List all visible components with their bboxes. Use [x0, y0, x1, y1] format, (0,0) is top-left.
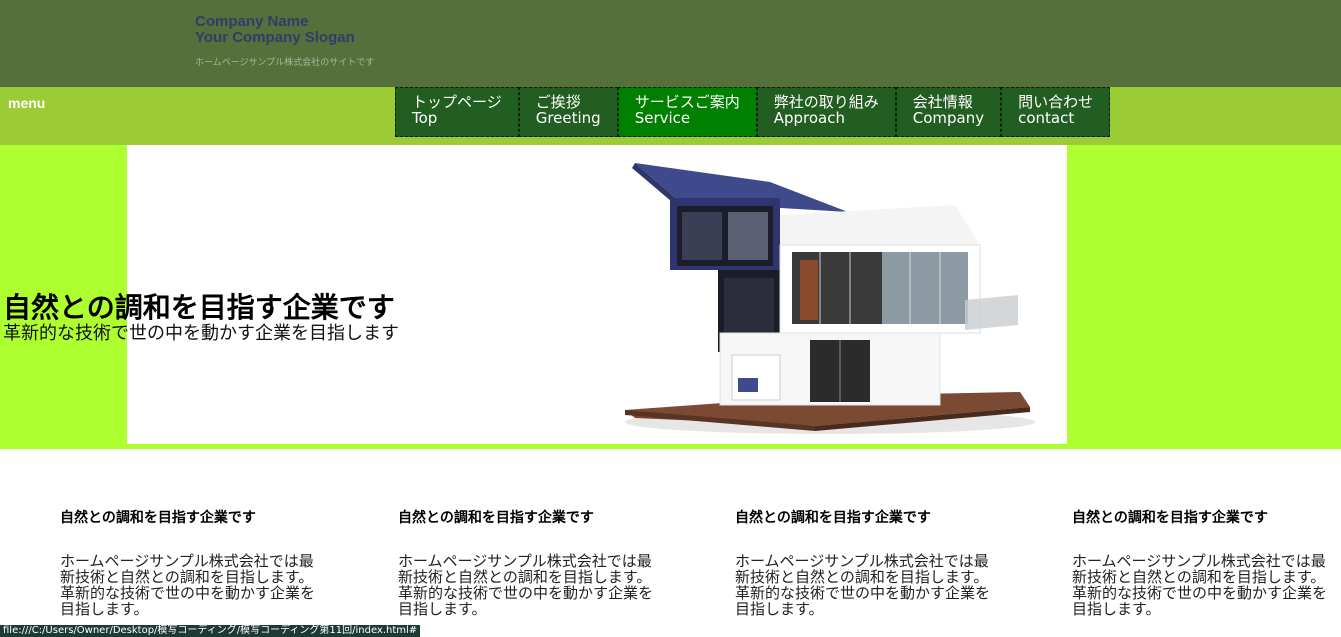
modern-house-image [625, 163, 1035, 434]
feature-text: ホームページサンプル株式会社では最新技術と自然との調和を目指します。革新的な技術… [398, 552, 654, 618]
hero-title: 自然との調和を目指す企業です [3, 291, 395, 324]
nav-item-top[interactable]: トップページ Top [395, 87, 519, 137]
company-name[interactable]: Company Name [195, 14, 308, 30]
main-nav: トップページ Top ご挨拶 Greeting サービスご案内 Service … [395, 87, 1111, 137]
feature-text: ホームページサンプル株式会社では最新技術と自然との調和を目指します。革新的な技術… [60, 552, 316, 618]
hero-subtitle: 革新的な技術で世の中を動かす企業を目指します [3, 323, 399, 344]
nav-item-greeting[interactable]: ご挨拶 Greeting [518, 87, 618, 137]
feature-title: 自然との調和を目指す企業です [735, 510, 931, 526]
nav-item-jp-label: 弊社の取り組み [773, 93, 879, 111]
menu-label: menu [8, 95, 46, 111]
nav-item-contact[interactable]: 問い合わせ contact [1001, 87, 1111, 137]
nav-item-en-label: Company [912, 109, 985, 127]
nav-item-jp-label: トップページ [412, 93, 502, 111]
nav-item-en-label: Greeting [535, 109, 601, 127]
feature-title: 自然との調和を目指す企業です [1072, 510, 1268, 526]
nav-item-en-label: Top [412, 109, 438, 127]
nav-item-company[interactable]: 会社情報 Company [895, 87, 1002, 137]
site-description: ホームページサンプル株式会社のサイトです [195, 58, 375, 68]
browser-status-bar: file:///C:/Users/Owner/Desktop/模写コーディング/… [0, 625, 421, 637]
feature-title: 自然との調和を目指す企業です [60, 510, 256, 526]
feature-text: ホームページサンプル株式会社では最新技術と自然との調和を目指します。革新的な技術… [735, 552, 991, 618]
company-slogan: Your Company Slogan [195, 29, 355, 46]
nav-item-jp-label: 問い合わせ [1018, 93, 1094, 111]
nav-item-service[interactable]: サービスご案内 Service [617, 87, 757, 137]
menu-bar: menu トップページ Top ご挨拶 Greeting サービスご案内 Ser… [0, 87, 1341, 145]
feature-title: 自然との調和を目指す企業です [398, 510, 594, 526]
features-section: 自然との調和を目指す企業です ホームページサンプル株式会社では最新技術と自然との… [0, 449, 1341, 637]
nav-item-jp-label: 会社情報 [912, 93, 973, 111]
feature-text: ホームページサンプル株式会社では最新技術と自然との調和を目指します。革新的な技術… [1072, 552, 1328, 618]
site-header: Company Name Your Company Slogan ホームページサ… [0, 0, 1341, 87]
nav-item-en-label: contact [1018, 109, 1075, 127]
nav-item-en-label: Service [634, 109, 691, 127]
nav-item-approach[interactable]: 弊社の取り組み Approach [756, 87, 896, 137]
nav-item-en-label: Approach [773, 109, 845, 127]
nav-item-jp-label: サービスご案内 [634, 93, 740, 111]
nav-item-jp-label: ご挨拶 [535, 93, 581, 111]
hero-section: 自然との調和を目指す企業です 革新的な技術で世の中を動かす企業を目指します [0, 145, 1341, 449]
